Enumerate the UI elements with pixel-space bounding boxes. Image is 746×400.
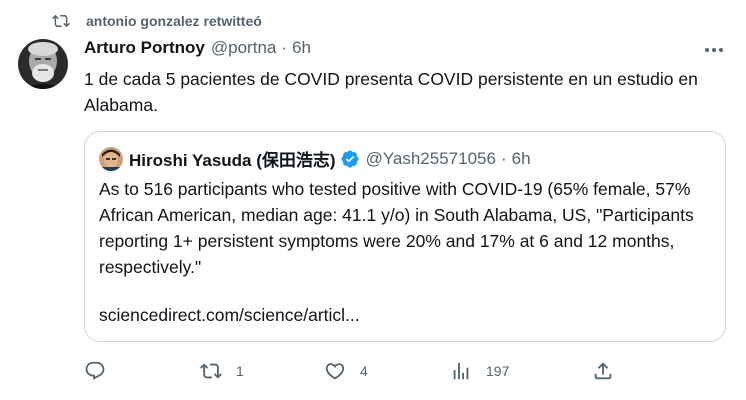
quoted-tweet-text: As to 516 participants who tested positi…	[99, 179, 694, 277]
author-avatar[interactable]	[18, 39, 68, 89]
more-options-button[interactable]	[702, 40, 726, 60]
quoted-author-name: Hiroshi Yasuda (保田浩志)	[129, 151, 336, 170]
heart-icon	[325, 363, 345, 380]
quoted-author-avatar	[99, 146, 123, 171]
retweet-icon	[52, 14, 70, 28]
share-button[interactable]	[592, 356, 614, 386]
quoted-header-separator: ·	[500, 148, 507, 168]
more-icon	[705, 48, 723, 52]
author-handle[interactable]: @portna	[211, 38, 276, 58]
reply-icon	[85, 361, 105, 380]
tweet-time[interactable]: 6h	[292, 38, 311, 58]
analytics-icon	[453, 362, 469, 380]
like-count: 4	[360, 363, 368, 379]
verified-badge-icon	[341, 149, 359, 168]
header-separator: ·	[281, 38, 288, 57]
quoted-tweet[interactable]: Hiroshi Yasuda (保田浩志) @Yash25571056 · 6h…	[84, 131, 726, 342]
share-icon	[594, 362, 612, 380]
quoted-tweet-time: 6h	[511, 148, 531, 168]
reply-button[interactable]	[84, 356, 106, 386]
views-button[interactable]: 197	[450, 356, 509, 386]
tweet-text: 1 de cada 5 pacientes de COVID presenta …	[84, 69, 698, 115]
retweet-button[interactable]: 1	[200, 356, 244, 386]
retweet-icon	[200, 363, 222, 379]
tweet-actions: 1 4 197	[0, 356, 746, 386]
quoted-author-handle: @Yash25571056	[365, 148, 496, 168]
retweeter-link[interactable]: antonio gonzalez retwitteó	[86, 13, 262, 29]
avatar-image	[18, 39, 68, 89]
retweet-count: 1	[236, 363, 244, 379]
quoted-avatar-image	[99, 146, 123, 171]
views-count: 197	[486, 363, 510, 379]
author-name[interactable]: Arturo Portnoy	[84, 38, 205, 58]
tweet-header: Arturo Portnoy @portna · 6h	[84, 38, 311, 58]
quoted-tweet-header: Hiroshi Yasuda (保田浩志) @Yash25571056 · 6h	[99, 146, 531, 171]
like-button[interactable]: 4	[324, 356, 368, 386]
quoted-tweet-link[interactable]: sciencedirect.com/science/articl...	[99, 302, 360, 328]
